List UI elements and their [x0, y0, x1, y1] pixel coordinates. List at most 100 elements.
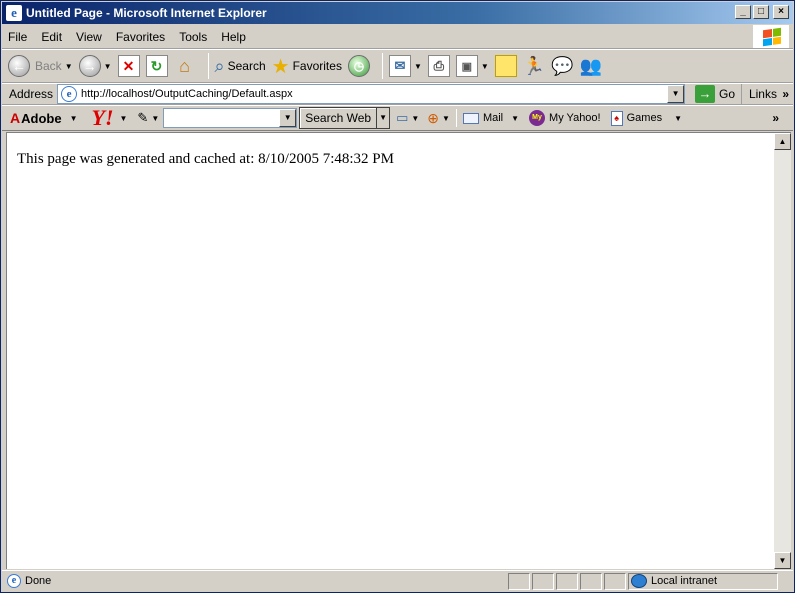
status-panel [580, 572, 602, 590]
scroll-down-icon[interactable]: ▼ [774, 552, 791, 569]
status-panel [604, 572, 626, 590]
back-arrow-icon: ← [8, 55, 30, 77]
my-yahoo-link[interactable]: My My Yahoo! [529, 110, 601, 126]
scroll-up-icon[interactable]: ▲ [774, 133, 791, 150]
window-controls: _ □ × [735, 5, 789, 19]
history-button[interactable]: ◷ [347, 55, 370, 77]
back-label: Back [35, 59, 62, 73]
mail-envelope-icon: ✉ [388, 55, 411, 77]
close-button[interactable]: × [773, 5, 789, 19]
forward-button[interactable]: → ▼ [78, 55, 112, 77]
status-panel [532, 572, 554, 590]
target-dropdown-icon[interactable]: ▼ [442, 114, 450, 123]
mail-link-dropdown-icon[interactable]: ▼ [511, 114, 519, 123]
search-button[interactable]: ⌕ Search [215, 56, 266, 77]
edit-page-icon: ▣ [455, 55, 478, 77]
menu-file[interactable]: File [8, 30, 27, 44]
yahoo-toolbar: A Adobe ▼ Y! ▼ ✎ ▼ ▼ Search Web ▼ ▭ ▼ ⊕ … [2, 105, 793, 131]
messenger-button[interactable]: 🏃 [523, 56, 545, 77]
address-input[interactable]: e http://localhost/OutputCaching/Default… [57, 84, 686, 104]
address-bar: Address e http://localhost/OutputCaching… [2, 83, 793, 105]
chevron-overflow-icon[interactable]: » [772, 111, 779, 125]
forward-dropdown-icon[interactable]: ▼ [104, 62, 112, 71]
games-link[interactable]: ♠ Games ▼ [610, 110, 682, 126]
yahoo-search-input[interactable]: ▼ [163, 108, 298, 128]
standard-toolbar: ← Back ▼ → ▼ ✕ ↻ ⌂ ⌕ Search ★ Favorites … [2, 49, 793, 83]
playing-card-icon: ♠ [610, 110, 623, 126]
back-button[interactable]: ← Back ▼ [8, 55, 73, 77]
menu-edit[interactable]: Edit [41, 30, 62, 44]
status-text: Done [25, 575, 52, 587]
search-history-dropdown-icon[interactable]: ▼ [279, 109, 297, 127]
links-label: Links [748, 87, 777, 101]
pencil-dropdown-icon[interactable]: ▼ [151, 114, 159, 123]
refresh-icon: ↻ [145, 55, 168, 77]
edit-button[interactable]: ▣ ▼ [455, 55, 489, 77]
address-url: http://localhost/OutputCaching/Default.a… [81, 88, 293, 100]
menu-help[interactable]: Help [221, 30, 246, 44]
go-arrow-icon: → [695, 85, 716, 103]
address-dropdown-icon[interactable]: ▼ [667, 85, 685, 103]
chevron-right-icon: » [782, 87, 789, 101]
status-bar: e Done Local intranet [2, 570, 793, 591]
vertical-scrollbar[interactable]: ▲ ▼ [774, 132, 791, 569]
highlight-icon[interactable]: ▭ [396, 110, 408, 126]
home-icon: ⌂ [179, 55, 190, 76]
discuss-button[interactable]: 💬 [551, 56, 573, 77]
adobe-label: Adobe [21, 110, 62, 126]
menu-tools[interactable]: Tools [179, 30, 207, 44]
links-button[interactable]: Links » [740, 84, 789, 104]
mail-icon [462, 112, 479, 124]
mail-dropdown-icon[interactable]: ▼ [414, 62, 422, 71]
adobe-dropdown-icon[interactable]: ▼ [70, 114, 78, 123]
zone-label: Local intranet [651, 575, 718, 587]
title-bar[interactable]: e Untitled Page - Microsoft Internet Exp… [2, 2, 793, 24]
toolbar-separator [455, 109, 457, 127]
intranet-globe-icon [631, 574, 647, 588]
contacts-button[interactable]: 👥 [580, 56, 602, 77]
notes-button[interactable] [494, 55, 517, 77]
favorites-button[interactable]: ★ Favorites [272, 54, 342, 79]
stop-icon: ✕ [117, 55, 140, 77]
window-title: Untitled Page - Microsoft Internet Explo… [26, 6, 267, 20]
mail-label: Mail [482, 112, 504, 124]
menu-view[interactable]: View [76, 30, 102, 44]
go-button[interactable]: → Go [695, 85, 735, 103]
favorites-star-icon: ★ [271, 55, 290, 78]
people-icon: 👥 [579, 55, 603, 76]
minimize-button[interactable]: _ [735, 5, 751, 19]
security-zone: Local intranet [628, 572, 778, 590]
mail-link[interactable]: Mail ▼ [462, 112, 519, 124]
search-web-dropdown-icon[interactable]: ▼ [377, 107, 391, 129]
page-icon: e [61, 86, 78, 102]
running-person-icon: 🏃 [522, 55, 546, 76]
address-label: Address [9, 87, 54, 101]
forward-arrow-icon: → [78, 55, 101, 77]
menu-favorites[interactable]: Favorites [116, 30, 165, 44]
search-label: Search [227, 59, 266, 73]
edit-dropdown-icon[interactable]: ▼ [481, 62, 489, 71]
sticky-note-icon [494, 55, 517, 77]
toolbar-separator [207, 53, 209, 79]
games-label: Games [626, 112, 663, 124]
highlight-dropdown-icon[interactable]: ▼ [411, 114, 419, 123]
print-button[interactable]: ⎙ [427, 55, 450, 77]
pencil-icon[interactable]: ✎ [137, 110, 148, 126]
search-web-button[interactable]: Search Web [299, 107, 378, 129]
maximize-button[interactable]: □ [753, 5, 769, 19]
home-button[interactable]: ⌂ [174, 55, 196, 77]
yahoo-logo-icon[interactable]: Y! [92, 105, 114, 131]
windows-flag-icon [753, 25, 789, 48]
stop-button[interactable]: ✕ [117, 55, 140, 77]
cached-message: This page was generated and cached at: 8… [17, 151, 394, 167]
yahoo-dropdown-icon[interactable]: ▼ [120, 114, 128, 123]
page-done-icon: e [7, 574, 21, 588]
refresh-button[interactable]: ↻ [145, 55, 168, 77]
target-icon[interactable]: ⊕ [427, 110, 439, 127]
menu-bar: File Edit View Favorites Tools Help [2, 25, 793, 49]
my-yahoo-icon: My [529, 110, 546, 126]
adobe-button[interactable]: A Adobe ▼ [10, 110, 78, 126]
mail-button[interactable]: ✉ ▼ [388, 55, 422, 77]
back-dropdown-icon[interactable]: ▼ [65, 62, 73, 71]
games-dropdown-icon[interactable]: ▼ [674, 114, 682, 123]
